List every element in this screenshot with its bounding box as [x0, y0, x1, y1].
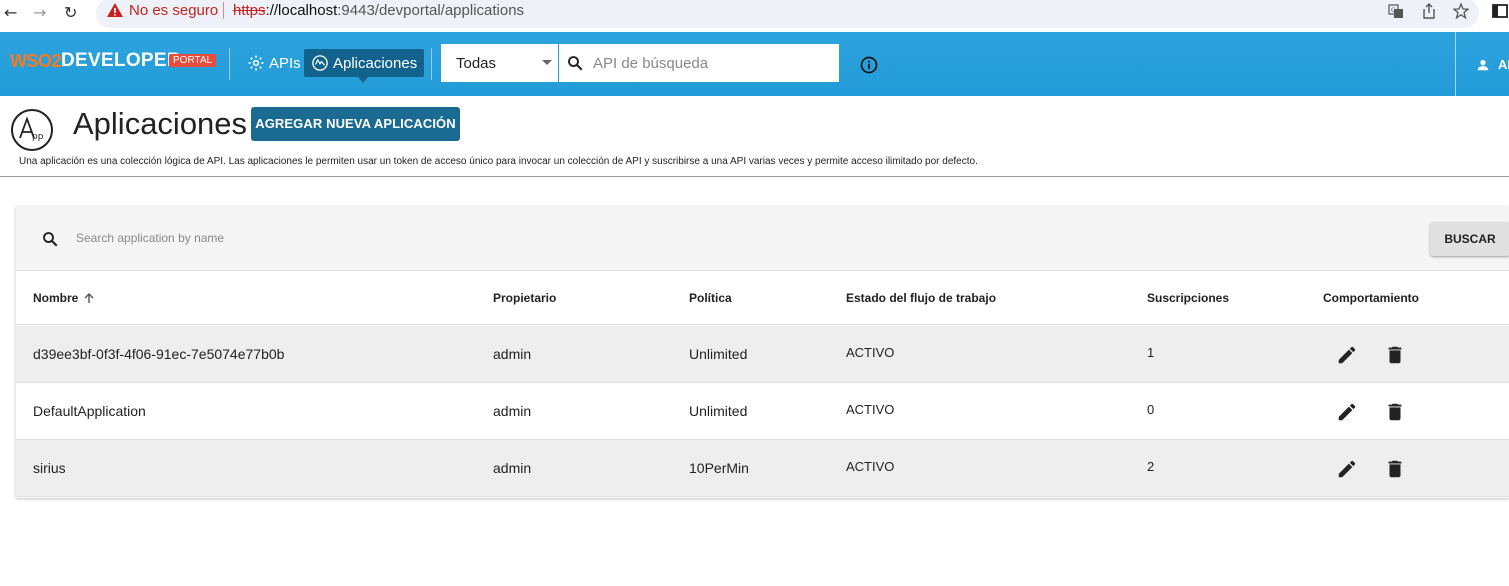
svg-text:pp: pp — [32, 132, 44, 142]
logo-wso2-text: WSO2 — [10, 51, 62, 71]
nav-aplicaciones[interactable]: Aplicaciones — [304, 49, 425, 77]
title-divider — [0, 176, 1509, 177]
dropdown-arrow-icon — [542, 60, 552, 65]
column-header-politica[interactable]: Política — [689, 291, 732, 305]
api-filter-select[interactable]: Todas — [441, 44, 558, 82]
url-text[interactable]: https://localhost:9443/devportal/applica… — [233, 2, 524, 19]
url-separator — [223, 2, 224, 19]
delete-icon[interactable] — [1384, 401, 1406, 423]
warning-icon[interactable] — [106, 2, 124, 18]
sort-ascending-icon[interactable] — [83, 292, 95, 304]
info-icon[interactable] — [859, 55, 879, 75]
table-row: sirius admin 10PerMin ACTIVO 2 — [16, 440, 1509, 497]
column-header-comportamiento: Comportamiento — [1323, 291, 1419, 305]
search-button[interactable]: BUSCAR — [1430, 222, 1509, 256]
page-title: Aplicaciones — [73, 106, 248, 141]
active-nav-caret — [358, 77, 368, 83]
subscriptions-cell: 2 — [1147, 459, 1155, 474]
share-icon[interactable] — [1421, 3, 1437, 19]
status-cell: ACTIVO — [846, 345, 895, 360]
applications-table-panel: BUSCAR Nombre Propietario Política Estad… — [16, 206, 1509, 498]
translate-icon[interactable]: G — [1388, 3, 1404, 19]
application-search-bar: BUSCAR — [16, 206, 1509, 271]
table-header: Nombre Propietario Política Estado del f… — [16, 272, 1509, 325]
application-name-link[interactable]: sirius — [33, 460, 66, 476]
header-divider — [229, 48, 230, 80]
column-header-suscripciones[interactable]: Suscripciones — [1147, 291, 1229, 305]
reload-icon[interactable]: ↻ — [64, 3, 77, 22]
nav-aplicaciones-label: Aplicaciones — [333, 54, 418, 72]
applications-icon — [312, 55, 328, 71]
table-row: DefaultApplication admin Unlimited ACTIV… — [16, 383, 1509, 440]
subscriptions-cell: 1 — [1147, 345, 1155, 360]
app-header: WSO2 DEVELOPER PORTAL APIs Aplicaciones … — [0, 32, 1509, 96]
url-host: ://localhost — [265, 2, 338, 19]
owner-cell: admin — [493, 346, 532, 362]
policy-cell: Unlimited — [689, 403, 748, 419]
browser-toolbar: ← → ↻ No es seguro https://localhost:944… — [0, 0, 1509, 32]
owner-cell: admin — [493, 460, 532, 476]
user-menu[interactable]: AI — [1476, 57, 1509, 72]
column-header-label: Nombre — [33, 291, 79, 305]
api-search-input[interactable] — [593, 52, 833, 74]
user-initials: AI — [1498, 57, 1509, 72]
forward-arrow-icon[interactable]: → — [33, 3, 46, 22]
application-search-input[interactable] — [76, 228, 576, 248]
delete-icon[interactable] — [1384, 458, 1406, 480]
policy-cell: Unlimited — [689, 346, 748, 362]
search-icon — [568, 56, 583, 71]
nav-apis[interactable]: APIs — [240, 49, 308, 77]
add-application-button[interactable]: AGREGAR NUEVA APLICACIÓN — [251, 107, 460, 141]
edit-icon[interactable] — [1336, 401, 1358, 423]
gear-icon — [248, 55, 264, 71]
column-header-estado[interactable]: Estado del flujo de trabajo — [846, 291, 996, 305]
application-name-link[interactable]: DefaultApplication — [33, 403, 146, 419]
column-header-propietario[interactable]: Propietario — [493, 291, 556, 305]
sidebar-panel-icon[interactable] — [1492, 3, 1508, 19]
page-description: Una aplicación es una colección lógica d… — [19, 156, 978, 167]
owner-cell: admin — [493, 403, 532, 419]
header-divider — [1455, 32, 1456, 96]
header-divider — [431, 48, 432, 80]
svg-text:G: G — [1391, 7, 1396, 14]
edit-icon[interactable] — [1336, 344, 1358, 366]
logo-portal-badge: PORTAL — [169, 54, 217, 67]
subscriptions-cell: 0 — [1147, 402, 1155, 417]
edit-icon[interactable] — [1336, 458, 1358, 480]
status-cell: ACTIVO — [846, 402, 895, 417]
delete-icon[interactable] — [1384, 344, 1406, 366]
bookmark-star-icon[interactable] — [1452, 2, 1470, 20]
url-path: :9443/devportal/applications — [337, 2, 525, 19]
api-filter-value: Todas — [456, 55, 497, 72]
column-header-nombre[interactable]: Nombre — [33, 291, 95, 305]
status-cell: ACTIVO — [846, 459, 895, 474]
logo-developer-text: DEVELOPER — [61, 50, 181, 71]
search-icon — [43, 232, 58, 247]
api-search-field — [559, 44, 839, 82]
back-arrow-icon[interactable]: ← — [4, 3, 17, 22]
application-name-link[interactable]: d39ee3bf-0f3f-4f06-91ec-7e5074e77b0b — [33, 346, 284, 362]
app-logo-icon: pp — [11, 109, 53, 151]
nav-apis-label: APIs — [269, 54, 301, 72]
user-icon — [1477, 59, 1489, 70]
policy-cell: 10PerMin — [689, 460, 749, 476]
table-row: d39ee3bf-0f3f-4f06-91ec-7e5074e77b0b adm… — [16, 326, 1509, 383]
url-scheme: https — [233, 2, 266, 19]
insecure-label[interactable]: No es seguro — [129, 2, 218, 19]
